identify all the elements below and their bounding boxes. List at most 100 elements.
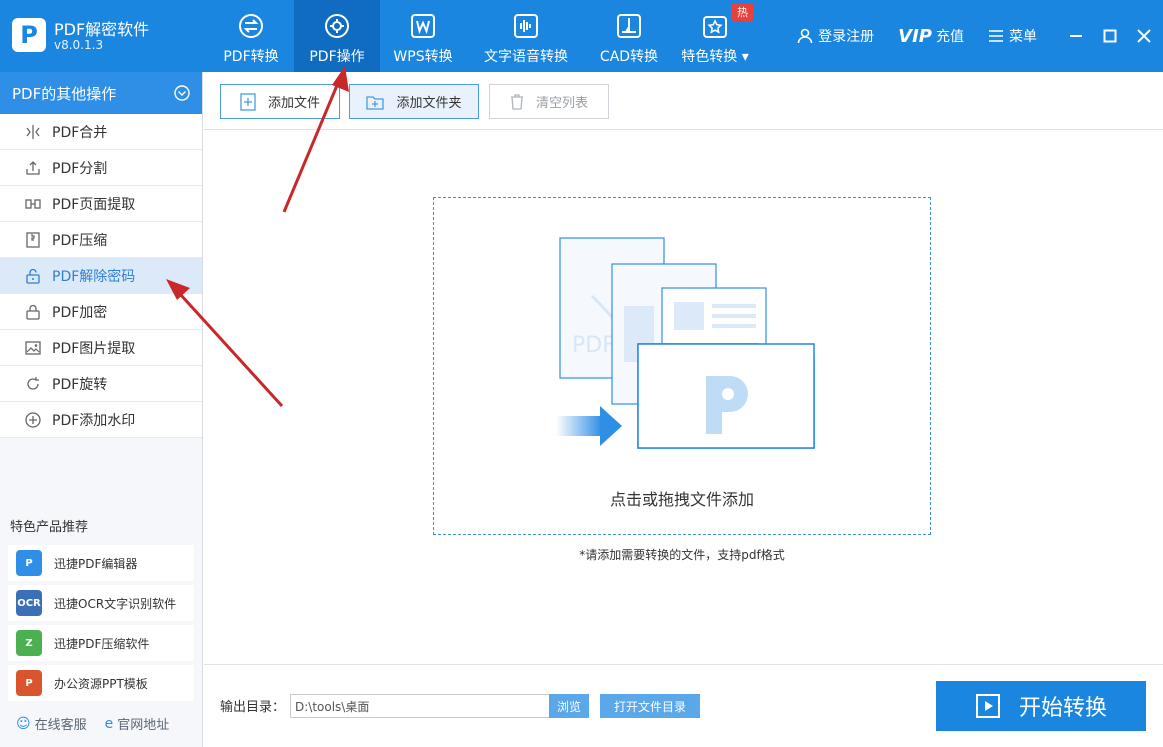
nav-label: 特色转换 ▾ [681,46,748,66]
headset-icon: ☺ [16,716,31,732]
compress-icon [24,231,42,249]
app-version: v8.0.1.3 [54,38,103,52]
format-hint: *请添加需要转换的文件，支持pdf格式 [433,546,931,563]
recommend-title: 特色产品推荐 [10,516,88,535]
website-label: 官网地址 [117,714,169,733]
sidebar-title: PDF的其他操作 [12,83,116,104]
nav-text-speech[interactable]: 文字语音转换 [466,0,586,72]
sidebar-item-encrypt[interactable]: PDF加密 [0,294,202,330]
clear-list-button[interactable]: 清空列表 [489,84,609,119]
close-icon [1137,29,1151,43]
svg-text:PDF: PDF [572,333,615,358]
pdf-editor-icon: P [16,550,42,576]
image-extract-icon [24,339,42,357]
sidebar-item-compress[interactable]: PDF压缩 [0,222,202,258]
add-file-label: 添加文件 [268,92,320,111]
star-icon [701,12,729,40]
app-logo: P [12,18,46,52]
vip-label: VIP [898,26,932,47]
hamburger-icon [988,29,1004,43]
website-link[interactable]: e 官网地址 [105,714,170,733]
play-icon [975,693,1001,719]
sidebar: PDF的其他操作 PDF合并 PDF分割 PDF页面提取 PDF压缩 PDF解除… [0,72,203,747]
browser-icon: e [105,716,114,732]
sidebar-item-remove-password[interactable]: PDF解除密码 [0,258,202,294]
start-convert-label: 开始转换 [1019,690,1107,722]
nav-label: WPS转换 [393,46,452,66]
browse-button[interactable]: 浏览 [549,694,589,718]
recharge-label: 充值 [936,26,964,46]
login-label: 登录注册 [818,26,874,46]
recommend-label: 迅捷PDF压缩软件 [54,635,149,652]
add-folder-label: 添加文件夹 [396,92,461,111]
minimize-button[interactable] [1061,21,1091,51]
nav-cad-convert[interactable]: CAD转换 [586,0,672,72]
lock-icon [24,303,42,321]
recommend-label: 办公资源PPT模板 [54,675,148,692]
audio-wave-icon [512,12,540,40]
add-folder-button[interactable]: 添加文件夹 [349,84,479,119]
toolbar: 添加文件 添加文件夹 清空列表 [204,72,1163,130]
output-dir-input[interactable] [290,694,550,718]
zip-icon: Z [16,630,42,656]
clear-list-label: 清空列表 [536,92,588,111]
documents-folder-illustration: PDF [552,236,822,456]
sidebar-item-rotate[interactable]: PDF旋转 [0,366,202,402]
sidebar-item-label: PDF解除密码 [52,266,135,286]
sidebar-item-label: PDF添加水印 [52,410,135,430]
minimize-icon [1069,29,1083,43]
sidebar-item-split[interactable]: PDF分割 [0,150,202,186]
wps-icon [409,12,437,40]
sidebar-footer: ☺ 在线客服 e 官网地址 [16,714,187,733]
output-dir-label: 输出目录： [220,696,285,715]
recommend-label: 迅捷OCR文字识别软件 [54,595,176,612]
trash-icon [510,94,524,110]
nav-pdf-operate[interactable]: PDF操作 [294,0,380,72]
gear-icon [323,12,351,40]
close-button[interactable] [1129,21,1159,51]
sidebar-item-label: PDF旋转 [52,374,107,394]
chevron-circle-icon [174,85,190,101]
sidebar-item-merge[interactable]: PDF合并 [0,114,202,150]
maximize-button[interactable] [1095,21,1125,51]
online-service-label: 在线客服 [35,714,87,733]
cad-icon [615,12,643,40]
login-button[interactable]: 登录注册 [797,26,874,46]
page-extract-icon [24,195,42,213]
recommend-label: 迅捷PDF编辑器 [54,555,137,572]
online-service-link[interactable]: ☺ 在线客服 [16,714,87,733]
nav-wps-convert[interactable]: WPS转换 [380,0,466,72]
pdf-convert-icon [237,12,265,40]
menu-label: 菜单 [1009,26,1037,46]
recommend-item-pdf-editor[interactable]: P 迅捷PDF编辑器 [8,545,194,581]
start-convert-button[interactable]: 开始转换 [936,681,1146,731]
sidebar-item-image-extract[interactable]: PDF图片提取 [0,330,202,366]
add-file-button[interactable]: 添加文件 [220,84,340,119]
sidebar-item-page-extract[interactable]: PDF页面提取 [0,186,202,222]
sidebar-item-watermark[interactable]: PDF添加水印 [0,402,202,438]
recommend-item-ocr[interactable]: OCR 迅捷OCR文字识别软件 [8,585,194,621]
chevron-down-icon: ▾ [742,49,749,65]
merge-icon [24,123,42,141]
top-right-actions: 登录注册 VIP 充值 菜单 [797,0,1163,72]
bottom-bar: 输出目录： 浏览 打开文件目录 开始转换 [204,664,1163,747]
sidebar-item-label: PDF分割 [52,158,107,178]
vip-recharge-button[interactable]: VIP 充值 [898,26,964,47]
open-directory-button[interactable]: 打开文件目录 [600,694,700,718]
file-drop-zone[interactable]: PDF 点击或拖拽文件添加 [433,197,931,535]
nav-label: PDF转换 [223,46,278,66]
user-icon [797,28,813,44]
recommend-item-ppt[interactable]: P 办公资源PPT模板 [8,665,194,701]
nav-label: PDF操作 [309,46,364,66]
rotate-icon [24,375,42,393]
unlock-icon [24,267,42,285]
nav-pdf-convert[interactable]: PDF转换 [208,0,294,72]
recommend-item-compress[interactable]: Z 迅捷PDF压缩软件 [8,625,194,661]
menu-button[interactable]: 菜单 [988,26,1037,46]
nav-special-convert[interactable]: 热 特色转换 ▾ [672,0,758,72]
drop-zone-text: 点击或拖拽文件添加 [434,486,930,510]
sidebar-header[interactable]: PDF的其他操作 [0,72,202,114]
sidebar-item-label: PDF压缩 [52,230,107,250]
add-file-icon [240,93,256,111]
nav-label: CAD转换 [600,46,658,66]
